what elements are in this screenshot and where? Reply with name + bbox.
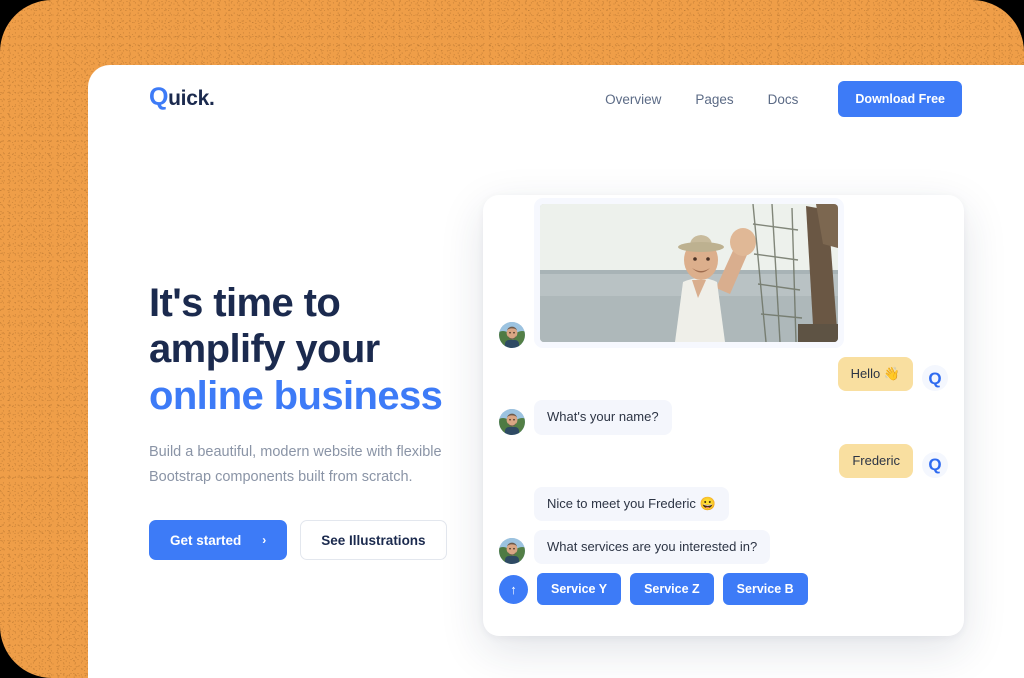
chat-message-row: Frederic Q	[499, 443, 948, 478]
hero-heading-line1: It's time to	[149, 281, 341, 325]
quick-reply-bar: ↑ Service Y Service Z Service B	[499, 573, 948, 606]
hero-heading-accent: online business	[149, 373, 443, 418]
user-q-avatar: Q	[922, 451, 948, 478]
chat-bubble-outgoing: Frederic	[839, 443, 913, 478]
chat-message-media	[499, 198, 948, 348]
agent-avatar	[499, 538, 525, 565]
fisherman-waving-photo	[540, 204, 838, 342]
brand-wordmark: uick.	[168, 87, 215, 110]
quick-reply-service-y[interactable]: Service Y	[537, 573, 622, 606]
quick-reply-service-b[interactable]: Service B	[722, 573, 808, 606]
agent-avatar	[499, 408, 525, 435]
navbar-links: Overview Pages Docs Download Free	[605, 81, 962, 117]
agent-avatar-image	[499, 408, 525, 435]
page-card: Quick. Overview Pages Docs Download Free…	[88, 65, 1024, 678]
hero-heading: It's time to amplify your online busines…	[149, 280, 489, 419]
chat-message-row: Hello 👋 Q	[499, 357, 948, 392]
quick-reply-service-z[interactable]: Service Z	[630, 573, 714, 606]
nav-link-pages[interactable]: Pages	[695, 92, 733, 107]
photo-illustration	[540, 204, 838, 342]
agent-avatar-image	[499, 538, 525, 565]
chat-bubble-outgoing: Hello 👋	[837, 357, 913, 392]
hero-subtitle: Build a beautiful, modern website with f…	[149, 444, 442, 486]
agent-avatar	[499, 322, 525, 348]
nav-link-docs[interactable]: Docs	[768, 92, 799, 107]
chat-message-row: What's your name?	[499, 400, 948, 435]
chat-bubble-incoming: What services are you interested in?	[534, 530, 771, 565]
see-illustrations-button[interactable]: See Illustrations	[300, 520, 447, 561]
arrow-up-icon[interactable]: ↑	[499, 574, 528, 604]
chat-panel: Hello 👋 Q What's your name? Frederic Q N…	[483, 195, 964, 636]
brand-logo[interactable]: Quick.	[149, 85, 215, 111]
screenshot-root: Quick. Overview Pages Docs Download Free…	[0, 0, 1024, 678]
brand-q-mark: Q	[149, 83, 169, 111]
hero-heading-line2: amplify your	[149, 327, 380, 372]
get-started-button[interactable]: Get started ›	[149, 520, 288, 561]
chevron-right-icon: ›	[262, 533, 267, 548]
media-message-card[interactable]	[534, 198, 844, 348]
user-q-avatar: Q	[922, 365, 948, 392]
chat-bubble-incoming: Nice to meet you Frederic 😀	[534, 486, 729, 521]
chat-message-row: Nice to meet you Frederic 😀	[499, 486, 948, 521]
agent-avatar-image	[499, 322, 525, 348]
chat-bubble-incoming: What's your name?	[534, 400, 672, 435]
nav-link-overview[interactable]: Overview	[605, 92, 661, 107]
hero-section: It's time to amplify your online busines…	[149, 280, 489, 561]
navbar: Quick. Overview Pages Docs Download Free	[88, 65, 1024, 135]
hero-actions: Get started › See Illustrations	[149, 520, 489, 561]
get-started-label: Get started	[170, 532, 242, 548]
chat-message-row: What services are you interested in?	[499, 530, 948, 565]
download-free-button[interactable]: Download Free	[838, 81, 962, 117]
